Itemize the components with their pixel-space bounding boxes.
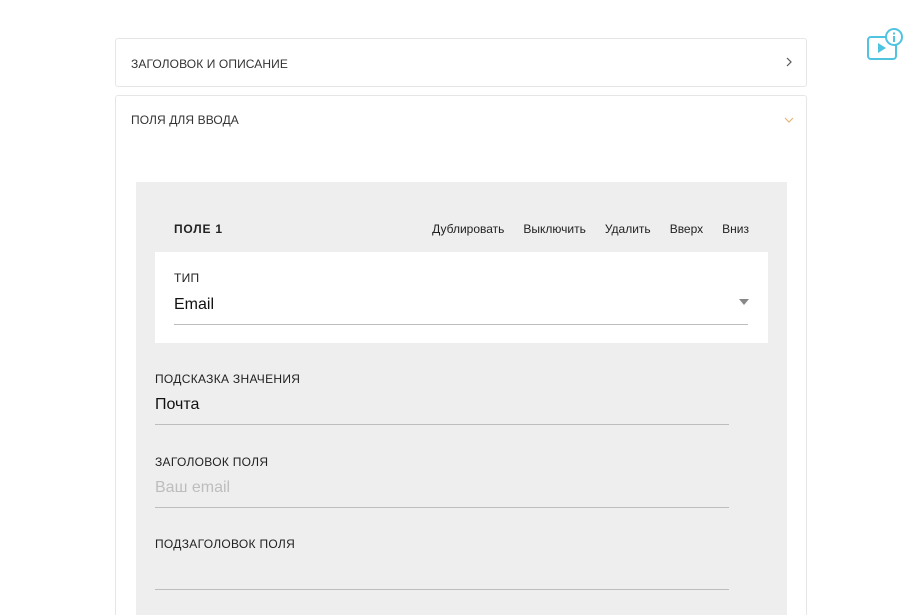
field-subtitle-label: ПОДЗАГОЛОВОК ПОЛЯ	[155, 537, 296, 551]
move-up-button[interactable]: Вверх	[670, 222, 703, 236]
field-title-placeholder[interactable]: Ваш email	[155, 479, 230, 497]
type-value: Email	[174, 296, 215, 313]
section-input-fields: ПОЛЯ ДЛЯ ВВОДА ПОЛЕ 1 Дублировать Выключ…	[115, 95, 807, 615]
field-card: ПОЛЕ 1 Дублировать Выключить Удалить Вве…	[136, 182, 787, 615]
hint-value[interactable]: Почта	[155, 396, 199, 414]
field-title-label: ЗАГОЛОВОК ПОЛЯ	[155, 455, 269, 469]
delete-button[interactable]: Удалить	[605, 222, 651, 236]
section-title-description-label: ЗАГОЛОВОК И ОПИСАНИЕ	[131, 57, 288, 71]
move-down-button[interactable]: Вниз	[722, 222, 749, 236]
type-select[interactable]: ТИП Email	[155, 252, 768, 343]
disable-button[interactable]: Выключить	[523, 222, 585, 236]
hint-field[interactable]: ПОДСКАЗКА ЗНАЧЕНИЯ Почта	[155, 372, 729, 426]
field-title-input[interactable]: ЗАГОЛОВОК ПОЛЯ Ваш email	[155, 455, 729, 509]
field-subtitle-underline	[155, 589, 729, 590]
chevron-right-icon	[786, 57, 792, 67]
type-underline	[174, 324, 748, 325]
chevron-down-icon[interactable]	[784, 115, 794, 125]
field-title: ПОЛЕ 1	[174, 222, 223, 236]
duplicate-button[interactable]: Дублировать	[432, 222, 504, 236]
section-title-description[interactable]: ЗАГОЛОВОК И ОПИСАНИЕ	[115, 38, 807, 87]
field-actions: Дублировать Выключить Удалить Вверх Вниз	[432, 222, 749, 236]
dropdown-caret-icon	[739, 299, 749, 305]
video-info-icon[interactable]	[866, 28, 904, 62]
field-title-underline	[155, 507, 729, 508]
section-input-fields-label[interactable]: ПОЛЯ ДЛЯ ВВОДА	[131, 113, 239, 127]
type-label: ТИП	[174, 271, 200, 285]
field-subtitle-input[interactable]: ПОДЗАГОЛОВОК ПОЛЯ	[155, 537, 729, 591]
hint-underline	[155, 424, 729, 425]
hint-label: ПОДСКАЗКА ЗНАЧЕНИЯ	[155, 372, 301, 386]
